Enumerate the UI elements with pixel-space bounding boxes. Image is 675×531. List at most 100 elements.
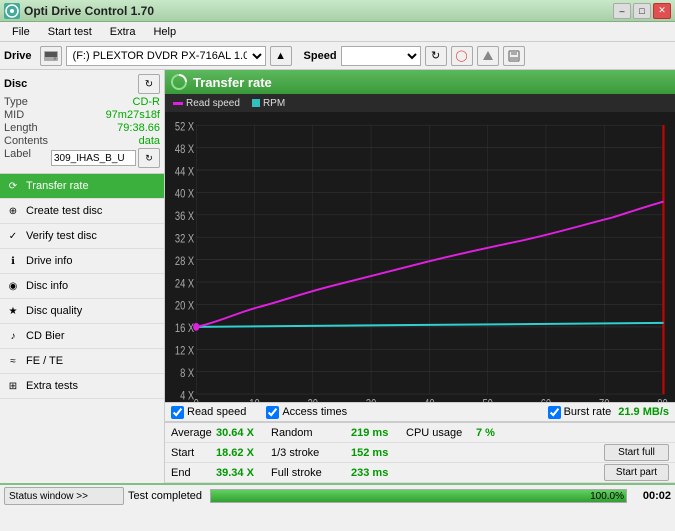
window-controls: – □ ✕ xyxy=(613,3,671,19)
disc-label-refresh-button[interactable]: ↻ xyxy=(138,148,160,168)
app-icon xyxy=(4,3,20,19)
chart-plot-area: 52 X 48 X 44 X 40 X 36 X 32 X 28 X 24 X … xyxy=(165,112,675,402)
cd-bier-icon: ♪ xyxy=(6,329,20,343)
nav-item-transfer-rate[interactable]: ⟳ Transfer rate xyxy=(0,174,164,199)
svg-text:32 X: 32 X xyxy=(175,233,194,246)
menu-start-test[interactable]: Start test xyxy=(40,24,100,40)
chart-legend: Read speed RPM xyxy=(165,94,675,112)
svg-text:48 X: 48 X xyxy=(175,143,194,156)
access-times-checkbox[interactable] xyxy=(266,406,279,419)
onethird-label: 1/3 stroke xyxy=(271,447,351,459)
start-full-button[interactable]: Start full xyxy=(604,444,669,461)
status-text: Test completed xyxy=(128,490,202,502)
verify-test-disc-icon: ✓ xyxy=(6,229,20,243)
nav-item-label-verify-test-disc: Verify test disc xyxy=(26,230,97,242)
svg-text:40: 40 xyxy=(424,397,434,402)
nav-item-label-disc-quality: Disc quality xyxy=(26,305,82,317)
nav-item-disc-quality[interactable]: ★ Disc quality xyxy=(0,299,164,324)
erase-button[interactable]: ◯ xyxy=(451,46,473,66)
read-speed-label: Read speed xyxy=(187,406,246,418)
sidebar: Disc ↻ Type CD-R MID 97m27s18f Length 79… xyxy=(0,70,165,483)
menu-help[interactable]: Help xyxy=(145,24,184,40)
status-window-button[interactable]: Status window >> xyxy=(4,487,124,505)
stats-area: Average 30.64 X Random 219 ms CPU usage … xyxy=(165,422,675,483)
legend-read-color xyxy=(173,102,183,105)
svg-text:60: 60 xyxy=(541,397,551,402)
cpu-usage-label: CPU usage xyxy=(406,427,476,439)
nav-item-label-create-test-disc: Create test disc xyxy=(26,205,102,217)
nav-item-label-disc-info: Disc info xyxy=(26,280,68,292)
extra-tests-icon: ⊞ xyxy=(6,379,20,393)
speed-label: Speed xyxy=(304,50,337,62)
nav-item-drive-info[interactable]: ℹ Drive info xyxy=(0,249,164,274)
menu-file[interactable]: File xyxy=(4,24,38,40)
drive-select[interactable]: (F:) PLEXTOR DVDR PX-716AL 1.02 xyxy=(66,46,266,66)
nav-item-fe-te[interactable]: ≈FE / TE xyxy=(0,349,164,374)
nav-item-label-drive-info: Drive info xyxy=(26,255,72,267)
disc-refresh-button[interactable]: ↻ xyxy=(138,74,160,94)
main-layout: Disc ↻ Type CD-R MID 97m27s18f Length 79… xyxy=(0,70,675,483)
burst-rate-label: Burst rate xyxy=(564,406,612,418)
svg-text:52 X: 52 X xyxy=(175,120,194,133)
progress-bar-fill xyxy=(211,490,626,502)
burst-rate-checkbox[interactable] xyxy=(548,406,561,419)
svg-text:12 X: 12 X xyxy=(175,345,194,358)
disc-contents-val: data xyxy=(139,135,160,147)
nav-item-cd-bier[interactable]: ♪ CD Bier xyxy=(0,324,164,349)
nav-item-extra-tests[interactable]: ⊞ Extra tests xyxy=(0,374,164,399)
nav-item-create-test-disc[interactable]: ⊕Create test disc xyxy=(0,199,164,224)
start-part-button[interactable]: Start part xyxy=(604,464,669,481)
disc-label-input[interactable] xyxy=(51,150,136,166)
legend-read-speed: Read speed xyxy=(173,98,240,109)
disc-length-val: 79:38.66 xyxy=(117,122,160,134)
transfer-rate-icon: ⟳ xyxy=(6,179,20,193)
nav-item-label-cd-bier: CD Bier xyxy=(26,330,65,342)
drive-info-icon: ℹ xyxy=(6,254,20,268)
read-speed-checkbox-item: Read speed xyxy=(171,406,246,419)
progress-text: 100.0% xyxy=(590,490,624,504)
content-area: Transfer rate Read speed RPM xyxy=(165,70,675,483)
disc-type-label: Type xyxy=(4,96,28,108)
nav-item-label-extra-tests: Extra tests xyxy=(26,380,78,392)
menu-extra[interactable]: Extra xyxy=(102,24,144,40)
svg-text:min: min xyxy=(668,398,675,402)
title-bar-left: Opti Drive Control 1.70 xyxy=(4,3,154,19)
chart-header: Transfer rate xyxy=(165,70,675,94)
disc-header: Disc ↻ xyxy=(4,74,160,94)
speed-select[interactable] xyxy=(341,46,421,66)
burn-button[interactable] xyxy=(477,46,499,66)
maximize-button[interactable]: □ xyxy=(633,3,651,19)
save-button[interactable] xyxy=(503,46,525,66)
close-button[interactable]: ✕ xyxy=(653,3,671,19)
svg-text:36 X: 36 X xyxy=(175,210,194,223)
end-label: End xyxy=(171,467,216,479)
svg-text:20: 20 xyxy=(308,397,318,402)
svg-text:70: 70 xyxy=(599,397,609,402)
disc-type-val: CD-R xyxy=(133,96,161,108)
disc-section: Disc ↻ Type CD-R MID 97m27s18f Length 79… xyxy=(0,70,164,174)
svg-text:16 X: 16 X xyxy=(175,322,194,335)
drive-label: Drive xyxy=(4,50,32,62)
title-bar: Opti Drive Control 1.70 – □ ✕ xyxy=(0,0,675,22)
read-speed-checkbox[interactable] xyxy=(171,406,184,419)
disc-mid-row: MID 97m27s18f xyxy=(4,109,160,121)
nav-item-disc-info[interactable]: ◉Disc info xyxy=(0,274,164,299)
start-label: Start xyxy=(171,447,216,459)
nav-item-verify-test-disc[interactable]: ✓ Verify test disc xyxy=(0,224,164,249)
progress-bar-container: 100.0% xyxy=(210,489,627,503)
stats-row-average: Average 30.64 X Random 219 ms CPU usage … xyxy=(165,423,675,443)
nav-item-label-transfer-rate: Transfer rate xyxy=(26,180,89,192)
fullstroke-val: 233 ms xyxy=(351,467,406,479)
burst-rate-checkbox-item: Burst rate 21.9 MB/s xyxy=(548,406,669,419)
svg-text:44 X: 44 X xyxy=(175,165,194,178)
minimize-button[interactable]: – xyxy=(613,3,631,19)
disc-type-row: Type CD-R xyxy=(4,96,160,108)
fullstroke-label: Full stroke xyxy=(271,467,351,479)
drive-icon xyxy=(40,46,62,66)
eject-button[interactable]: ▲ xyxy=(270,46,292,66)
refresh-button[interactable]: ↻ xyxy=(425,46,447,66)
disc-quality-icon: ★ xyxy=(6,304,20,318)
status-bar: Status window >> Test completed 100.0% 0… xyxy=(0,483,675,507)
svg-text:24 X: 24 X xyxy=(175,277,194,290)
legend-rpm: RPM xyxy=(252,98,285,109)
